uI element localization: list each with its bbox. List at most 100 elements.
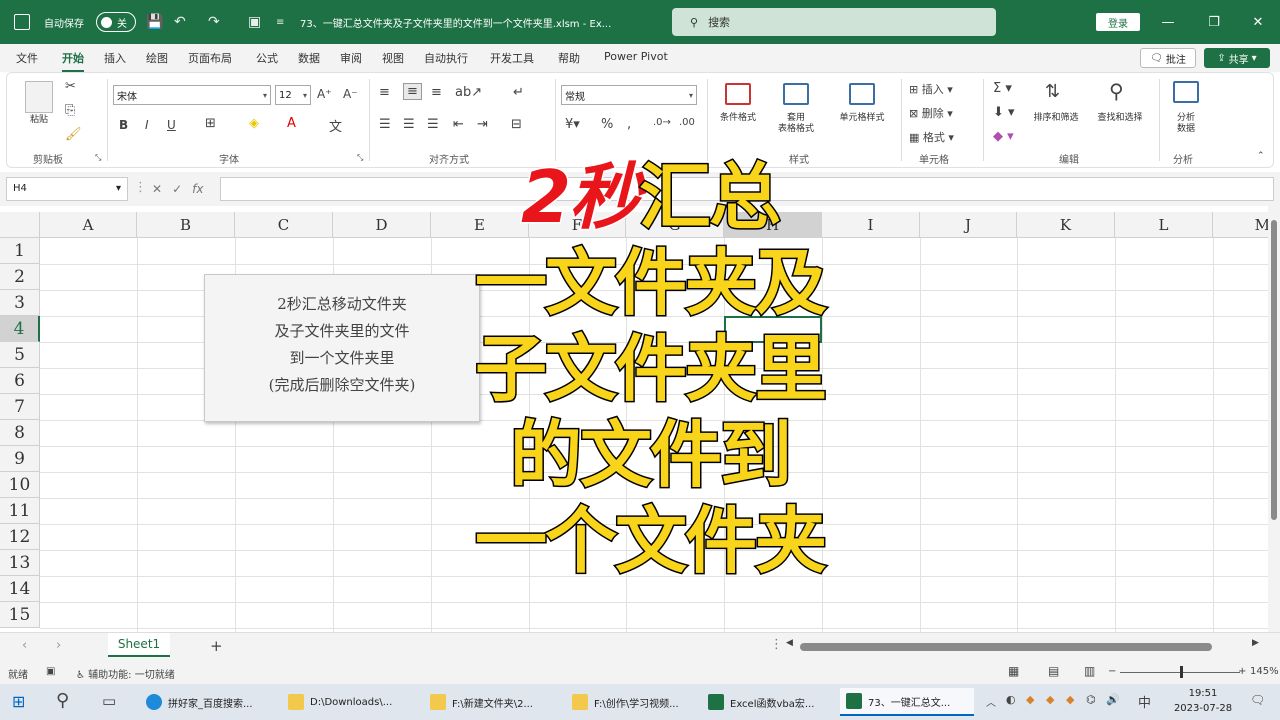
zoom-slider-handle[interactable] <box>1180 666 1183 678</box>
customize-icon[interactable]: ▣ <box>248 0 261 44</box>
normal-view-icon[interactable]: ▦ <box>1008 664 1019 678</box>
fill-color-icon[interactable]: ◈ <box>249 116 259 131</box>
format-as-table-icon[interactable] <box>783 83 809 105</box>
decrease-font-icon[interactable]: A⁻ <box>343 87 358 101</box>
column-header[interactable]: I <box>822 212 920 238</box>
column-header[interactable]: H <box>724 212 822 238</box>
tab-home[interactable]: 开始 <box>62 50 84 72</box>
task-view-icon[interactable]: ▭ <box>102 692 116 710</box>
tray-app-icon[interactable]: ◐ <box>1006 693 1016 706</box>
sort-filter-icon[interactable]: ⇅ <box>1045 81 1060 102</box>
redo-icon[interactable]: ↷ <box>208 0 220 44</box>
quick-access-dropdown-icon[interactable]: ≡ <box>276 0 284 44</box>
align-middle-icon[interactable]: ≡ <box>403 83 422 100</box>
vertical-scrollbar[interactable] <box>1268 206 1280 632</box>
decrease-decimal-icon[interactable]: .00 <box>679 117 695 128</box>
windows-start-icon[interactable]: ⊞ <box>12 692 25 711</box>
column-header[interactable]: G <box>626 212 724 238</box>
format-cells-button[interactable]: ▦ 格式 ▾ <box>909 129 954 145</box>
tray-app-icon[interactable]: ◆ <box>1066 693 1074 706</box>
number-format-select[interactable]: 常规 ▾ <box>561 85 697 105</box>
select-all-corner[interactable] <box>0 212 40 238</box>
increase-decimal-icon[interactable]: .0→ <box>653 117 671 128</box>
align-center-icon[interactable]: ☰ <box>403 117 415 132</box>
volume-icon[interactable]: 🔊 <box>1106 693 1120 706</box>
tab-power-pivot[interactable]: Power Pivot <box>604 50 668 63</box>
add-sheet-icon[interactable]: + <box>210 637 223 655</box>
paste-icon[interactable] <box>25 81 53 113</box>
tab-data[interactable]: 数据 <box>298 50 320 66</box>
align-bottom-icon[interactable]: ≡ <box>431 85 442 100</box>
row-header[interactable]: 4 <box>0 316 40 342</box>
column-header[interactable]: M <box>1213 212 1268 238</box>
row-header[interactable]: 1 <box>0 238 40 264</box>
column-header[interactable]: B <box>137 212 235 238</box>
active-cell[interactable] <box>724 316 822 343</box>
row-header[interactable]: 11 <box>0 498 40 524</box>
restore-icon[interactable]: ❐ <box>1194 0 1234 44</box>
tab-automate[interactable]: 自动执行 <box>424 50 468 66</box>
align-right-icon[interactable]: ☰ <box>427 117 439 132</box>
comment-button[interactable]: 🗨 批注 <box>1140 48 1196 68</box>
column-header[interactable]: A <box>40 212 137 238</box>
font-color-icon[interactable]: A <box>287 116 296 131</box>
close-icon[interactable]: ✕ <box>1238 0 1278 44</box>
row-header[interactable]: 3 <box>0 290 40 316</box>
column-header[interactable]: F <box>529 212 626 238</box>
tray-overflow-icon[interactable]: ︿ <box>986 694 996 709</box>
currency-icon[interactable]: ¥▾ <box>565 117 580 132</box>
search-input[interactable]: ⚲ 搜索 <box>672 8 996 36</box>
row-header[interactable]: 12 <box>0 524 40 550</box>
zoom-out-icon[interactable]: − <box>1108 666 1116 677</box>
column-header[interactable]: J <box>920 212 1017 238</box>
analyze-data-icon[interactable] <box>1173 81 1199 103</box>
row-header[interactable]: 13 <box>0 550 40 576</box>
minimize-icon[interactable]: — <box>1148 0 1188 44</box>
row-header[interactable]: 2 <box>0 264 40 290</box>
tab-insert[interactable]: 插入 <box>104 50 126 66</box>
row-header[interactable]: 10 <box>0 472 40 498</box>
column-header[interactable]: D <box>333 212 431 238</box>
scroll-left-icon[interactable]: ◀ <box>786 638 793 648</box>
percent-icon[interactable]: % <box>601 117 613 132</box>
save-icon[interactable]: 💾 <box>146 0 163 44</box>
taskbar-item-edge[interactable]: 拼好家_百度搜索... <box>140 688 274 716</box>
bold-icon[interactable]: B <box>119 118 128 132</box>
align-top-icon[interactable]: ≡ <box>379 85 390 100</box>
increase-indent-icon[interactable]: ⇥ <box>477 117 488 132</box>
insert-cells-button[interactable]: ⊞ 插入 ▾ <box>909 81 953 97</box>
cell-styles-icon[interactable] <box>849 83 875 105</box>
font-name-select[interactable]: 宋体 ▾ <box>113 85 271 105</box>
tab-formulas[interactable]: 公式 <box>256 50 278 66</box>
column-header[interactable]: C <box>235 212 333 238</box>
tab-help[interactable]: 帮助 <box>558 50 580 66</box>
tab-developer[interactable]: 开发工具 <box>490 50 534 66</box>
copy-icon[interactable]: ⎘ <box>65 103 75 118</box>
row-header[interactable]: 14 <box>0 576 40 602</box>
sheet-options-icon[interactable]: ⋮ <box>770 637 783 652</box>
taskbar-item-explorer-3[interactable]: F:\创作\学习视频... <box>566 688 700 716</box>
row-header[interactable]: 7 <box>0 394 40 420</box>
column-header[interactable]: L <box>1115 212 1213 238</box>
tray-app-icon[interactable]: ◆ <box>1046 693 1054 706</box>
zoom-level[interactable]: 145% <box>1250 666 1279 677</box>
row-header[interactable]: 8 <box>0 420 40 446</box>
tray-app-icon[interactable]: ◆ <box>1026 693 1034 706</box>
page-layout-view-icon[interactable]: ▤ <box>1048 664 1059 678</box>
italic-icon[interactable]: I <box>145 118 149 132</box>
share-button[interactable]: ⇪ 共享 ▾ <box>1204 48 1270 68</box>
wrap-text-icon[interactable]: ↵ <box>513 85 524 100</box>
find-select-icon[interactable]: ⚲ <box>1109 79 1124 103</box>
page-break-view-icon[interactable]: ▥ <box>1084 664 1095 678</box>
prev-sheet-icon[interactable]: ‹ <box>22 638 27 653</box>
tab-draw[interactable]: 绘图 <box>146 50 168 66</box>
conditional-format-icon[interactable] <box>725 83 751 105</box>
scroll-right-icon[interactable]: ▶ <box>1252 638 1259 648</box>
borders-icon[interactable]: ⊞ <box>205 116 216 131</box>
sheet-tab-sheet1[interactable]: Sheet1 <box>108 633 170 657</box>
horizontal-scrollbar[interactable] <box>800 643 1212 651</box>
accessibility-status[interactable]: ♿ 辅助功能: 一切就绪 <box>76 666 175 681</box>
row-header[interactable]: 6 <box>0 368 40 394</box>
font-size-select[interactable]: 12 ▾ <box>275 85 311 105</box>
orientation-icon[interactable]: ab↗ <box>455 85 482 100</box>
